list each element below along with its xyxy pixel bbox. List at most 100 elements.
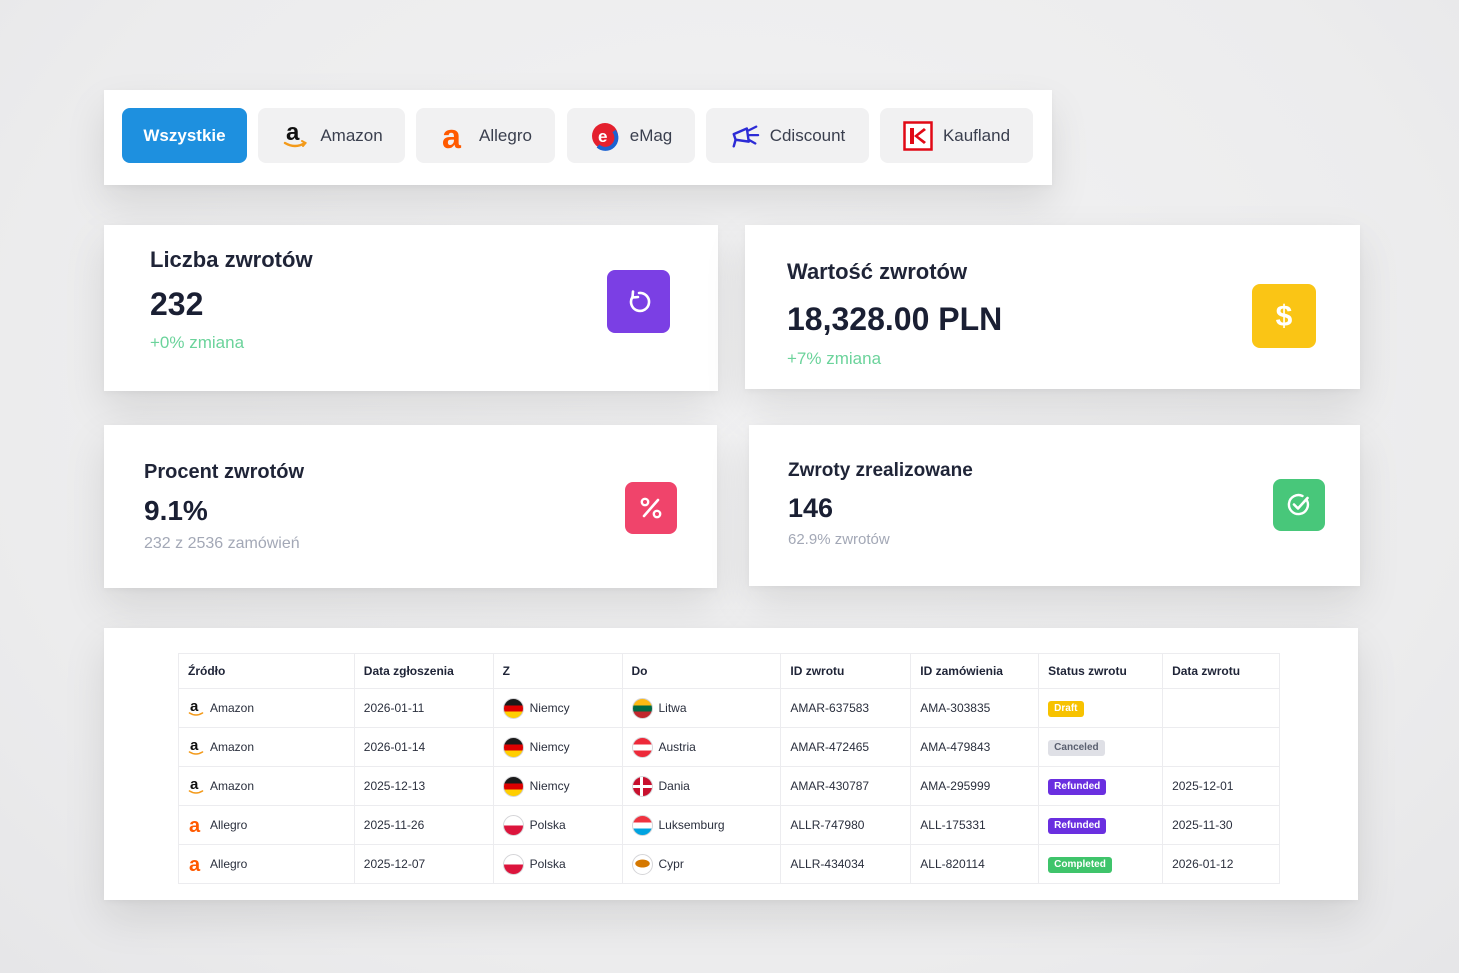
request-date: 2026-01-11 — [353, 688, 494, 728]
from-country: Niemcy — [529, 701, 570, 715]
table-row[interactable]: a Amazon 2026-01-11 Niemcy Litwa AMAR-63… — [178, 688, 1280, 728]
table-row[interactable]: a Allegro 2025-11-26 Polska Luksemburg A… — [178, 805, 1280, 845]
card-title: Zwroty zrealizowane — [788, 460, 973, 481]
svg-text:a: a — [190, 738, 199, 754]
return-id: AMAR-430787 — [780, 766, 912, 806]
column-header[interactable]: Do — [621, 653, 782, 689]
filter-emag-button[interactable]: e eMag — [567, 108, 695, 163]
order-id: AMA-303835 — [910, 688, 1040, 728]
status-badge: Canceled — [1048, 739, 1105, 756]
source-name: Allegro — [210, 857, 248, 871]
order-id: AMA-295999 — [910, 766, 1040, 806]
table-row[interactable]: a Allegro 2025-12-07 Polska Cypr ALLR-43… — [178, 844, 1280, 884]
germany-flag-icon — [502, 775, 524, 797]
filter-label: Wszystkie — [143, 125, 226, 145]
table-header-row: Źródło Data zgłoszenia Z Do ID zwrotu ID… — [178, 653, 1280, 689]
column-header[interactable]: Status zwrotu — [1038, 653, 1164, 689]
filter-all-button[interactable]: Wszystkie — [122, 108, 247, 163]
order-id: AMA-479843 — [910, 727, 1040, 767]
allegro-logo-icon: a — [439, 121, 469, 151]
poland-flag-icon — [502, 853, 524, 875]
to-country: Austria — [658, 740, 696, 754]
percent-icon — [625, 482, 677, 534]
source-name: Amazon — [210, 779, 255, 793]
cyprus-flag-icon — [631, 853, 653, 875]
filter-label: Allegro — [479, 125, 532, 145]
from-country: Niemcy — [529, 779, 570, 793]
column-header[interactable]: Data zgłoszenia — [353, 653, 494, 689]
status-badge: Refunded — [1048, 817, 1107, 834]
from-country: Niemcy — [529, 740, 570, 754]
amazon-logo-icon: a — [280, 121, 310, 151]
source-name: Amazon — [210, 701, 255, 715]
filter-amazon-button[interactable]: a Amazon — [258, 108, 405, 163]
table-row[interactable]: a Amazon 2026-01-14 Niemcy Austria AMAR-… — [178, 727, 1280, 767]
card-change: +0% zmiana — [150, 333, 245, 352]
to-country: Cypr — [658, 857, 684, 871]
return-id: ALLR-747980 — [780, 805, 912, 845]
return-date: 2025-12-01 — [1162, 766, 1280, 806]
return-id: AMAR-637583 — [780, 688, 912, 728]
card-value: 146 — [788, 493, 834, 523]
status-badge: Completed — [1048, 856, 1112, 873]
request-date: 2025-12-07 — [353, 844, 494, 884]
austria-flag-icon — [631, 736, 653, 758]
return-id: AMAR-472465 — [780, 727, 912, 767]
source-name: Amazon — [210, 740, 255, 754]
marketplace-filter-bar: Wszystkie a Amazon a Allegro e eMag Cdis… — [104, 90, 1052, 185]
card-title: Procent zwrotów — [144, 461, 305, 483]
column-header[interactable]: ID zwrotu — [780, 653, 912, 689]
allegro-logo-icon: a — [188, 855, 204, 873]
returns-value-card: Wartość zwrotów 18,328.00 PLN +7% zmiana… — [745, 225, 1360, 389]
amazon-logo-icon: a — [188, 699, 204, 717]
source-name: Allegro — [210, 818, 248, 832]
check-circle-icon — [1273, 479, 1325, 531]
return-date: 2025-11-30 — [1162, 805, 1280, 845]
svg-text:a: a — [189, 855, 201, 873]
kaufland-logo-icon — [903, 120, 933, 151]
returns-percent-card: Procent zwrotów 9.1% 232 z 2536 zamówień — [104, 425, 717, 588]
filter-allegro-button[interactable]: a Allegro — [416, 108, 555, 163]
filter-kaufland-button[interactable]: Kaufland — [880, 108, 1033, 163]
svg-text:$: $ — [1276, 300, 1293, 333]
to-country: Dania — [658, 779, 690, 793]
column-header[interactable]: Źródło — [178, 653, 355, 689]
to-country: Litwa — [658, 701, 687, 715]
to-country: Luksemburg — [658, 818, 725, 832]
returns-table-panel: Źródło Data zgłoszenia Z Do ID zwrotu ID… — [104, 628, 1358, 900]
germany-flag-icon — [502, 736, 524, 758]
filter-label: Amazon — [320, 125, 383, 145]
returns-table: Źródło Data zgłoszenia Z Do ID zwrotu ID… — [178, 653, 1280, 884]
luxembourg-flag-icon — [631, 814, 653, 836]
germany-flag-icon — [502, 697, 524, 719]
svg-text:a: a — [442, 121, 462, 151]
allegro-logo-icon: a — [188, 816, 204, 834]
filter-label: Cdiscount — [769, 125, 846, 145]
status-badge: Draft — [1048, 700, 1084, 717]
request-date: 2025-12-13 — [353, 766, 494, 806]
table-row[interactable]: a Amazon 2025-12-13 Niemcy Dania AMAR-43… — [178, 766, 1280, 806]
column-header[interactable]: ID zamówienia — [910, 653, 1040, 689]
card-change: +7% zmiana — [787, 349, 882, 368]
card-value: 9.1% — [144, 495, 208, 526]
return-date — [1162, 688, 1280, 728]
filter-cdiscount-button[interactable]: Cdiscount — [706, 108, 869, 163]
cdiscount-logo-icon — [730, 121, 760, 151]
card-title: Liczba zwrotów — [150, 247, 313, 272]
request-date: 2026-01-14 — [353, 727, 494, 767]
card-subtitle: 62.9% zwrotów — [788, 531, 890, 548]
order-id: ALL-175331 — [910, 805, 1040, 845]
return-id: ALLR-434034 — [780, 844, 912, 884]
order-id: ALL-820114 — [910, 844, 1040, 884]
emag-logo-icon: e — [590, 121, 620, 151]
filter-label: eMag — [629, 125, 673, 145]
column-header[interactable]: Data zwrotu — [1162, 653, 1280, 689]
card-title: Wartość zwrotów — [787, 259, 968, 284]
lithuania-flag-icon — [631, 697, 653, 719]
filter-label: Kaufland — [942, 125, 1011, 145]
returns-count-card: Liczba zwrotów 232 +0% zmiana — [104, 225, 718, 391]
svg-text:a: a — [190, 777, 199, 793]
column-header[interactable]: Z — [492, 653, 623, 689]
svg-text:e: e — [598, 127, 607, 146]
return-date — [1162, 727, 1280, 767]
